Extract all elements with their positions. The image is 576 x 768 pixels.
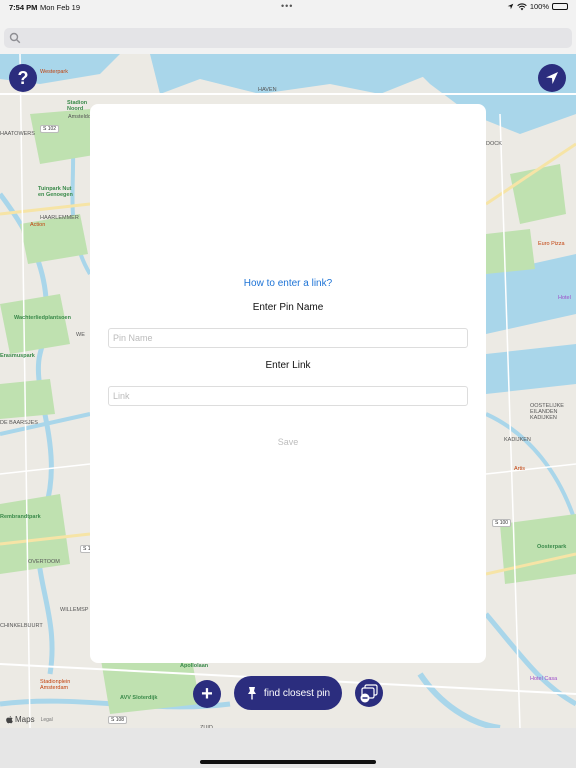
- add-button-label: +: [201, 682, 213, 705]
- help-button[interactable]: ?: [9, 64, 37, 92]
- map-label: OVERTOOM: [28, 559, 60, 565]
- search-icon: [9, 32, 21, 44]
- search-area: [0, 14, 576, 54]
- map-label: DE BAARSJES: [0, 420, 38, 426]
- maps-logo-text: Maps: [15, 715, 35, 724]
- save-button[interactable]: Save: [258, 435, 318, 449]
- link-label: Enter Link: [265, 360, 311, 371]
- map-label: AVV Sloterdijk: [120, 695, 158, 701]
- home-indicator[interactable]: [200, 760, 376, 764]
- battery-percent: 100%: [529, 2, 549, 11]
- map-label: WE: [76, 332, 85, 338]
- location-arrow-icon: [546, 72, 558, 84]
- map-label: DOCK: [486, 141, 502, 147]
- maps-logo: Maps Legal: [6, 715, 53, 724]
- map-label: Stadionplein Amsterdam: [40, 679, 71, 691]
- how-to-enter-link[interactable]: How to enter a link?: [90, 278, 486, 289]
- map-label: Artis: [514, 466, 525, 472]
- status-bar: 7:54 PM Mon Feb 19 ••• 100%: [0, 0, 576, 14]
- wifi-icon: [517, 2, 527, 10]
- map-label: Hotel Casa: [530, 676, 558, 682]
- find-closest-pin-button[interactable]: find closest pin: [234, 676, 342, 710]
- road-number-badge: S 102: [40, 125, 60, 133]
- current-location-button[interactable]: [538, 64, 566, 92]
- battery-icon: [552, 3, 568, 10]
- road-number-badge: S 100: [492, 519, 512, 527]
- map-label: KADIJKEN: [504, 437, 531, 443]
- map-label: Tuinpark Nut en Genoegen: [38, 186, 73, 198]
- map-label: HAARLEMMER: [40, 215, 79, 221]
- map-label: Euro Pizza: [538, 241, 565, 247]
- search-input[interactable]: [24, 30, 564, 46]
- legal-link[interactable]: Legal: [41, 717, 53, 723]
- map-label: Westerpark: [40, 69, 69, 75]
- map-label: Stadion Noord: [67, 100, 88, 112]
- map-label: Hotel: [558, 295, 571, 301]
- link-input[interactable]: [108, 386, 468, 406]
- pin-name-input[interactable]: [108, 328, 468, 348]
- location-arrow-icon: [507, 3, 514, 10]
- map-label: WILLEMSP: [60, 607, 89, 613]
- status-time: 7:54 PM: [9, 3, 38, 12]
- map-label: Apollolaan: [180, 663, 209, 669]
- pin-icon: [247, 687, 256, 700]
- help-button-label: ?: [17, 67, 29, 88]
- apple-logo-icon: [6, 715, 13, 723]
- status-date: Mon Feb 19: [40, 3, 81, 12]
- map-label: Rembrandtpark: [0, 514, 41, 520]
- map-label: Wachterliedplantsoen: [14, 315, 71, 321]
- status-right: 100%: [507, 2, 568, 11]
- road-number-badge: S 108: [108, 716, 128, 724]
- map-label: Erasmuspark: [0, 353, 35, 359]
- add-pin-button[interactable]: +: [193, 680, 221, 708]
- pin-name-label: Enter Pin Name: [252, 302, 324, 313]
- map-label: Oosterpark: [537, 544, 567, 550]
- map-label: CHINKELBUURT: [0, 623, 43, 629]
- map-label: HAVEN: [258, 87, 277, 93]
- add-pin-modal: How to enter a link? Enter Pin Name Ente…: [90, 104, 486, 663]
- map-label: OOSTELIJKE EILANDEN KADIJKEN: [530, 403, 564, 421]
- search-bar[interactable]: [4, 28, 572, 48]
- remove-pins-button[interactable]: [355, 679, 383, 707]
- find-closest-pin-label: find closest pin: [263, 687, 331, 699]
- layers-remove-icon: [360, 684, 378, 703]
- map-label: Action: [30, 222, 46, 228]
- map-label: HAATOWERS: [0, 131, 35, 137]
- multitasking-dots-icon[interactable]: •••: [281, 1, 293, 11]
